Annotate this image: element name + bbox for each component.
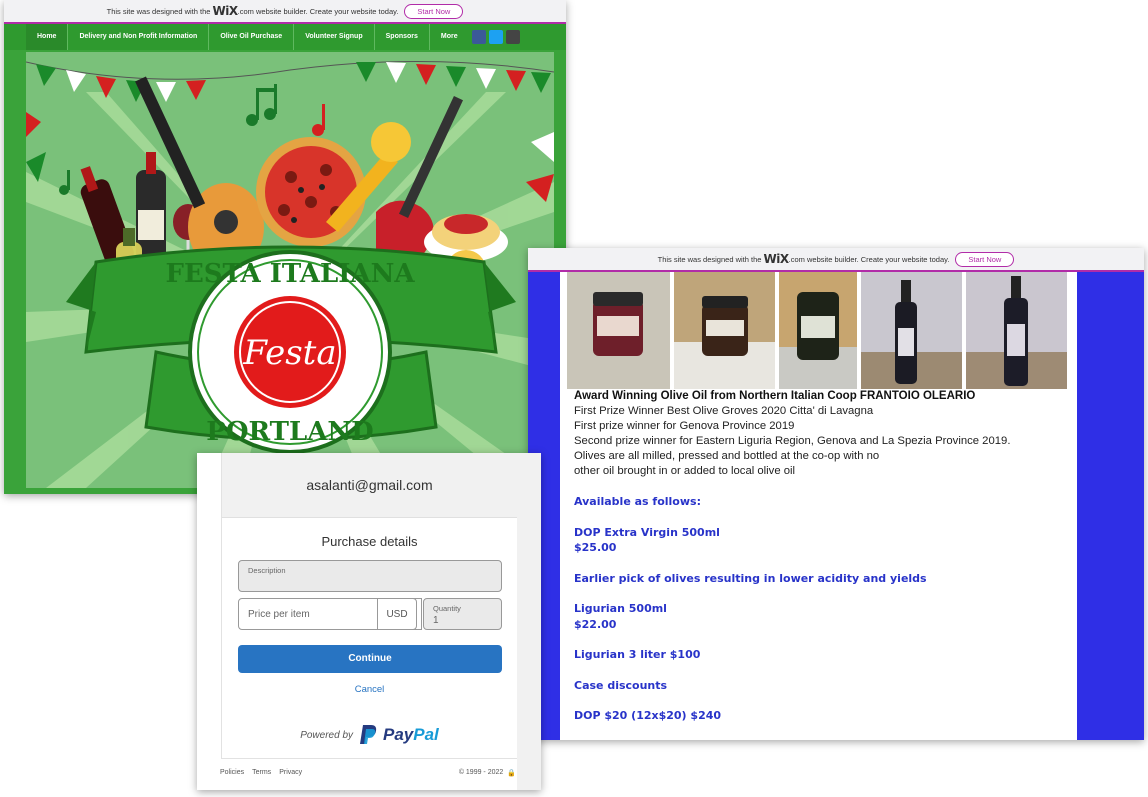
wix-banner-text-before: This site was designed with the: [657, 254, 762, 264]
award-line-1: First Prize Winner Best Olive Groves 202…: [574, 405, 874, 417]
site-nav: Home Delivery and Non Profit Information…: [4, 24, 566, 50]
copyright-text: © 1999 - 2022: [458, 769, 504, 776]
festa-website-window: This site was designed with the WiX .com…: [4, 0, 566, 494]
festa-hero-image: Festa FESTA ITALIANA PORTLAND: [26, 52, 554, 488]
nav-delivery[interactable]: Delivery and Non Profit Information: [68, 24, 210, 50]
award-line-4: Olives are all milled, pressed and bottl…: [574, 450, 880, 462]
purchase-details-title: Purchase details: [321, 534, 418, 549]
wix-banner-text-after: .com website builder. Create your websit…: [237, 6, 399, 16]
olive-oil-description: Award Winning Olive Oil from Northern It…: [574, 389, 1077, 724]
terms-link[interactable]: Terms: [252, 769, 271, 777]
wix-logo: WiX: [763, 252, 790, 266]
twitter-icon[interactable]: [488, 30, 503, 44]
privacy-link[interactable]: Privacy: [279, 769, 302, 777]
wix-banner: This site was designed with the WiX .com…: [528, 248, 1144, 272]
currency-select[interactable]: USD: [377, 598, 417, 630]
dop-case-price: DOP $20 (12x$20) $240: [574, 709, 722, 722]
lock-icon: 🔒: [507, 770, 516, 777]
wix-banner-text-before: This site was designed with the: [106, 6, 211, 16]
olive-oil-heading: Award Winning Olive Oil from Northern It…: [574, 390, 976, 402]
nav-home[interactable]: Home: [26, 24, 69, 50]
award-line-2: First prize winner for Genova Province 2…: [574, 420, 795, 432]
scrollbar[interactable]: [517, 453, 541, 790]
paypal-wordmark-pay: Pay: [383, 725, 414, 744]
nav-olive-oil[interactable]: Olive Oil Purchase: [209, 24, 295, 50]
festa-illustration: Festa FESTA ITALIANA PORTLAND: [26, 60, 554, 488]
dop-price: $25.00: [574, 541, 617, 554]
quantity-field[interactable]: Quantity 1: [423, 598, 502, 630]
paypal-wordmark: PayPal: [383, 725, 439, 745]
available-heading: Available as follows:: [574, 495, 701, 508]
product-photos: [567, 272, 1077, 389]
wix-banner: This site was designed with the WiX .com…: [4, 0, 566, 24]
ligurian-title: Ligurian 500ml: [574, 602, 667, 615]
product-photo-pesto: [674, 272, 775, 389]
start-now-button[interactable]: Start Now: [404, 3, 464, 19]
earlier-pick-note: Earlier pick of olives resulting in lowe…: [574, 571, 927, 585]
paypal-card: asalanti@gmail.com Purchase details Desc…: [221, 453, 518, 759]
case-discounts: Case discounts: [574, 678, 668, 692]
description-label: Description: [248, 566, 286, 575]
olive-oil-page-window: This site was designed with the WiX .com…: [528, 248, 1144, 740]
powered-by-text: Powered by: [300, 729, 354, 741]
paypal-window: asalanti@gmail.com Purchase details Desc…: [197, 453, 541, 790]
nav-volunteer[interactable]: Volunteer Signup: [294, 24, 375, 50]
google-plus-icon[interactable]: [505, 30, 520, 44]
policies-link[interactable]: Policies: [220, 769, 244, 777]
product-photo-oil-bottle-2: [966, 272, 1067, 389]
wix-logo: WiX: [212, 4, 239, 18]
wix-banner-text-after: .com website builder. Create your websit…: [788, 254, 950, 264]
powered-by-paypal: Powered by PayPal: [222, 725, 517, 745]
facebook-icon[interactable]: [471, 30, 486, 44]
paypal-logo-icon: [360, 725, 377, 744]
ligurian-price: $22.00: [574, 617, 617, 631]
nav-more[interactable]: More: [430, 24, 469, 50]
olive-oil-content: Award Winning Olive Oil from Northern It…: [560, 272, 1077, 740]
paypal-footer: Policies Terms Privacy © 1999 - 2022 🔒: [220, 769, 516, 777]
award-line-5: other oil brought in or added to local o…: [574, 465, 796, 477]
festa-italiana-text: FESTA ITALIANA: [165, 259, 415, 289]
description-field[interactable]: Description: [238, 560, 502, 592]
product-photo-olives: [779, 272, 857, 389]
cancel-link[interactable]: Cancel: [222, 684, 517, 695]
price-placeholder: Price per item: [248, 609, 310, 620]
product-photo-jam: [567, 272, 670, 389]
merchant-email: asalanti@gmail.com: [222, 453, 517, 518]
portland-text: PORTLAND: [206, 417, 373, 447]
dop-title: DOP Extra Virgin 500ml: [574, 525, 720, 539]
award-line-3: Second prize winner for Eastern Liguria …: [574, 435, 1011, 447]
start-now-button[interactable]: Start Now: [955, 251, 1015, 267]
festa-logo-text: Festa: [242, 333, 336, 373]
paypal-wordmark-pal: Pal: [413, 725, 439, 744]
quantity-value: 1: [433, 615, 439, 626]
quantity-label: Quantity: [433, 604, 461, 613]
ligurian-3-liter: Ligurian 3 liter $100: [574, 648, 701, 661]
continue-button[interactable]: Continue: [238, 645, 502, 673]
product-photo-oil-bottle-1: [861, 272, 962, 389]
nav-sponsors[interactable]: Sponsors: [375, 24, 430, 50]
currency-label: USD: [386, 608, 408, 620]
